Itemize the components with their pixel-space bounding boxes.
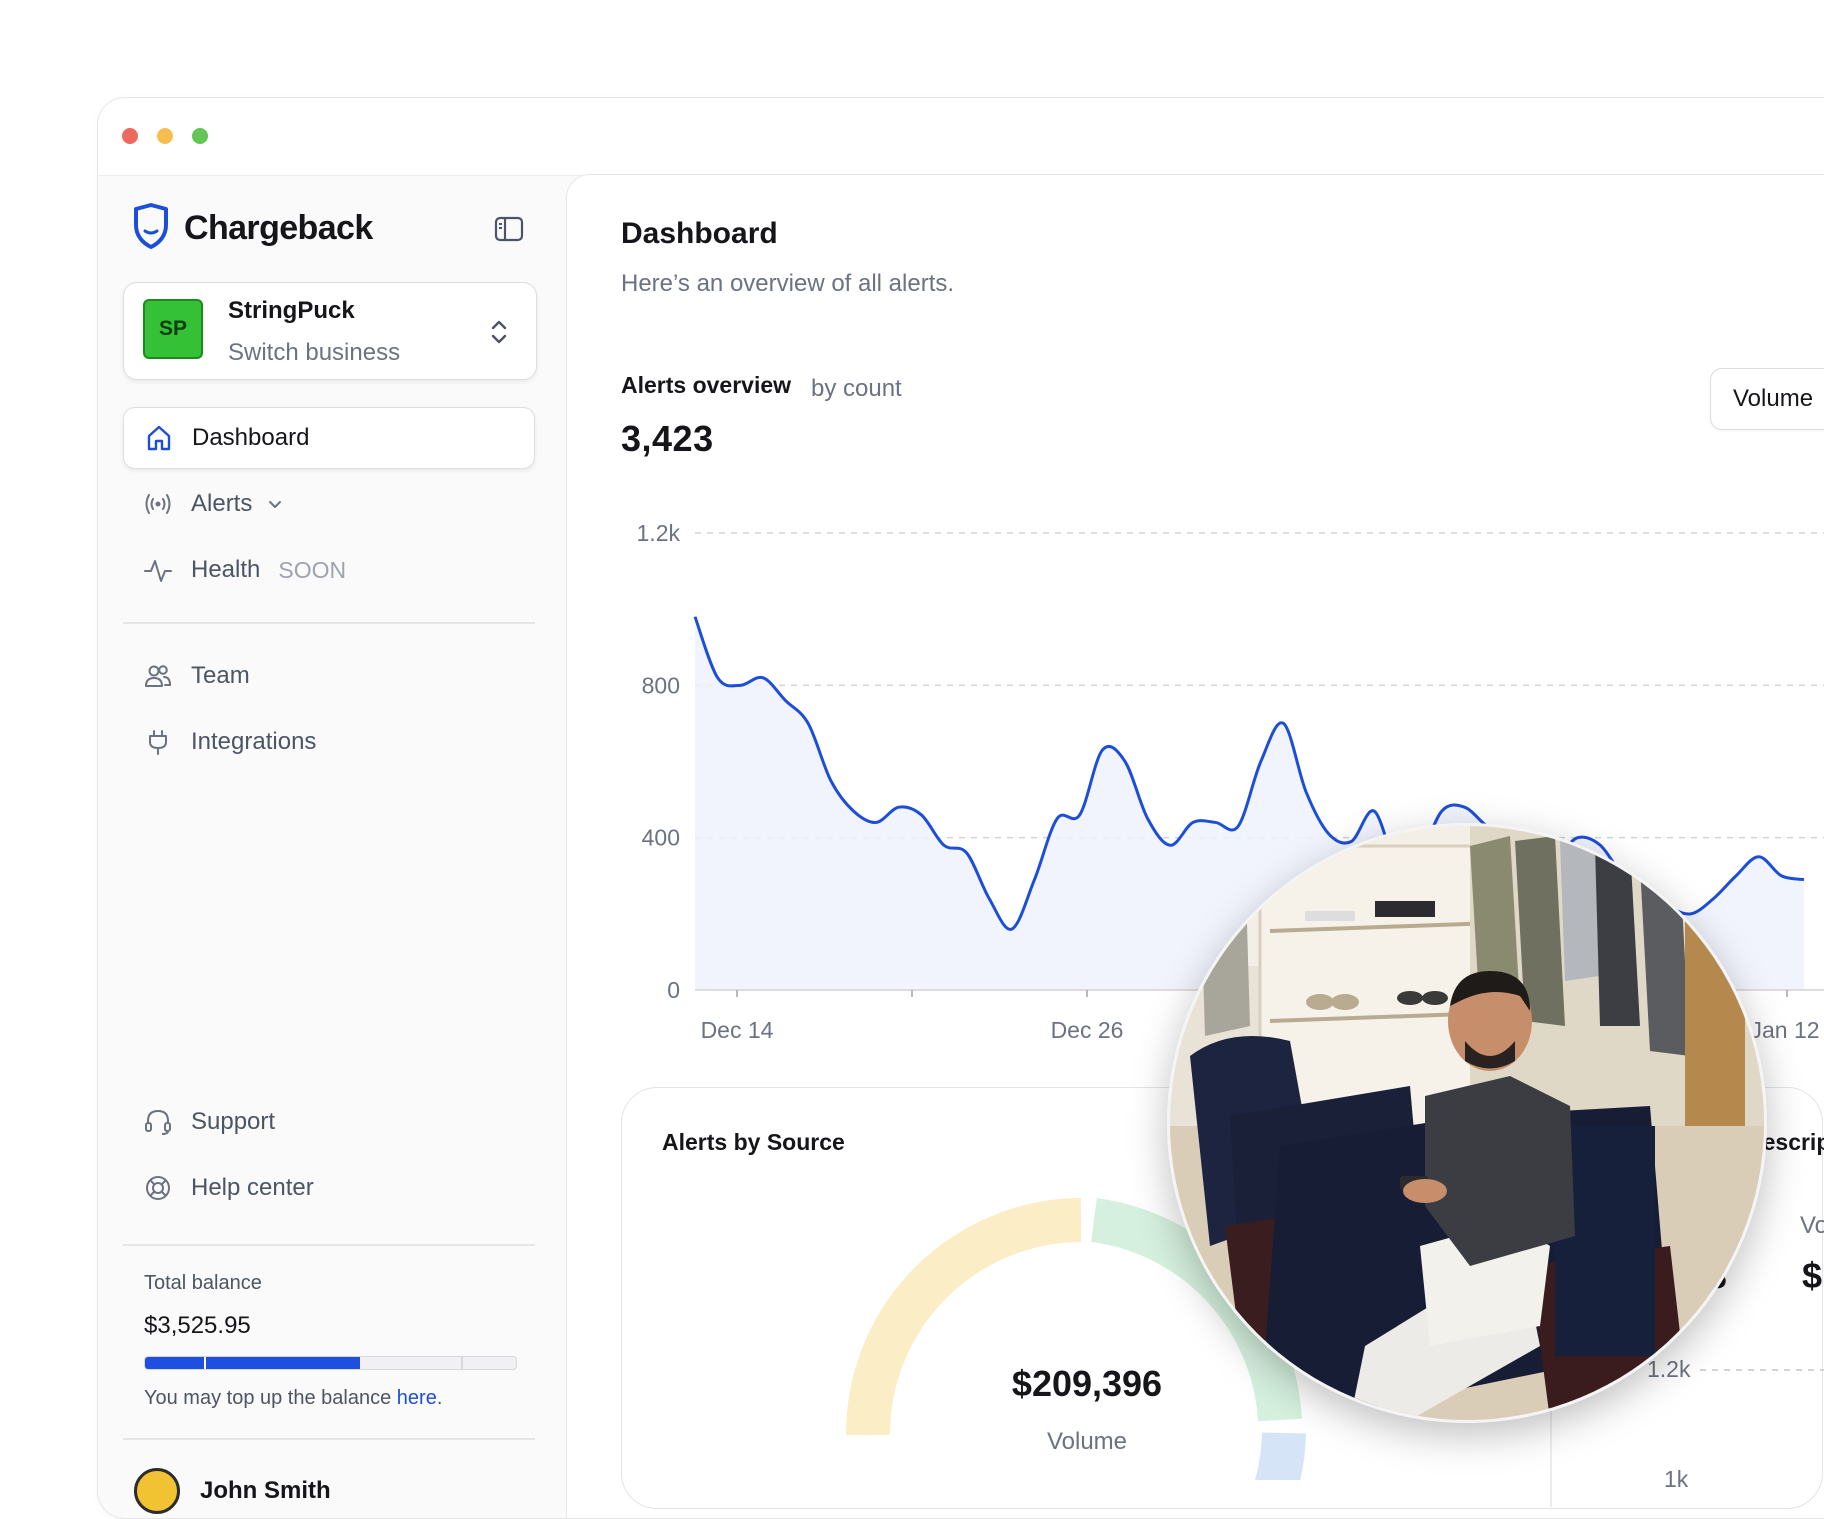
donut-segment-blue — [1254, 1431, 1306, 1480]
donut-center-value: $209,396 — [1011, 1363, 1163, 1404]
descriptors-vol-label: Vo — [1800, 1212, 1824, 1239]
descriptors-gridline — [1700, 1369, 1824, 1371]
customer-photo — [1167, 823, 1767, 1423]
descriptors-volume: $ — [1802, 1255, 1823, 1296]
user-name: John Smith — [200, 1477, 331, 1504]
photo-illustration — [1170, 826, 1764, 1420]
descriptors-tick: 1.2k — [1647, 1356, 1691, 1382]
donut-center-label: Volume — [1046, 1428, 1128, 1455]
